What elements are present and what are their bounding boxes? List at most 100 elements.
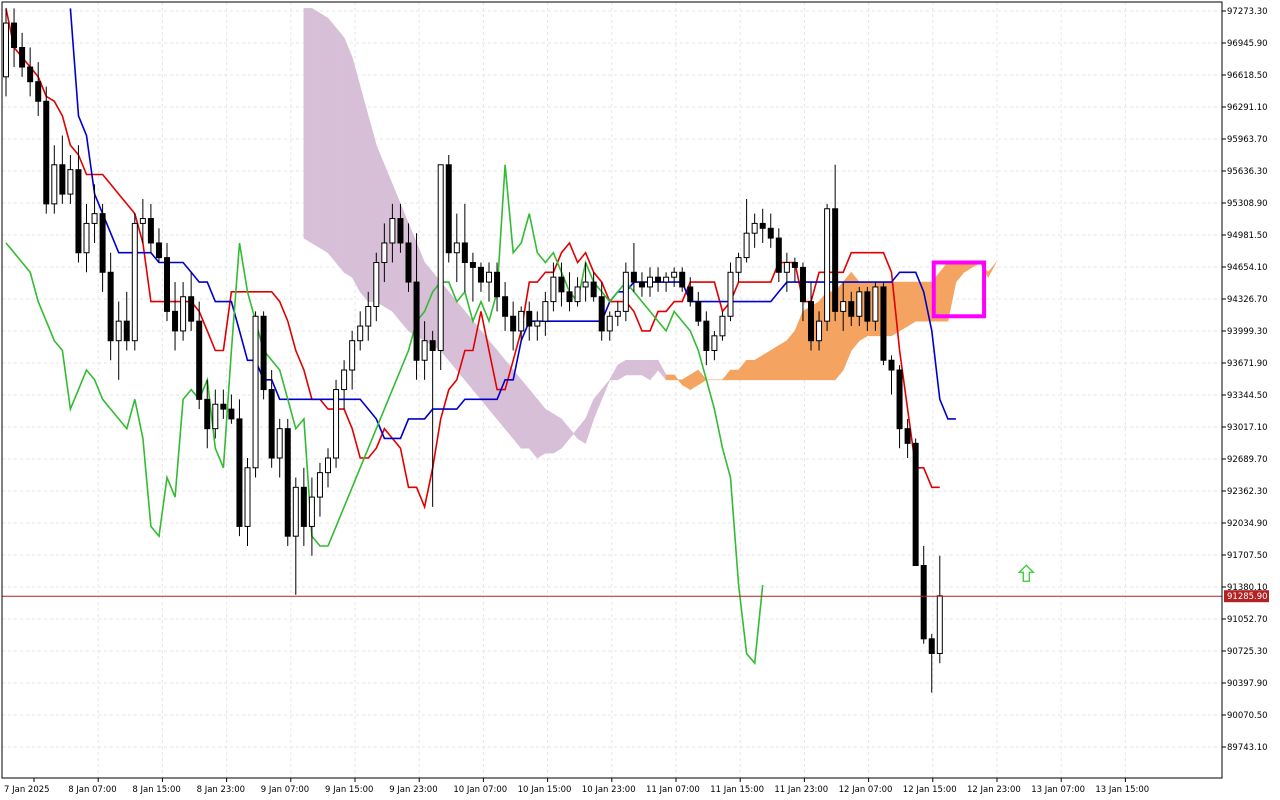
- cloud-segment: [311, 7, 321, 249]
- candle-body: [486, 271, 492, 283]
- y-tick-label: 93344.50: [1227, 391, 1268, 401]
- candle: [131, 213, 138, 351]
- candle-body: [333, 389, 340, 459]
- candle-body: [3, 22, 9, 78]
- candle-body: [695, 301, 702, 322]
- candle-body: [598, 296, 605, 332]
- cloud-segment: [545, 408, 554, 454]
- candle-body: [99, 213, 106, 273]
- y-tick-label: 96945.90: [1227, 39, 1268, 49]
- candle-body: [300, 486, 307, 527]
- candle-body: [268, 389, 275, 459]
- candle-body: [405, 242, 412, 283]
- candle-body: [808, 301, 814, 342]
- candle-body: [429, 340, 436, 351]
- candle-body: [413, 281, 420, 361]
- candle-body: [27, 66, 34, 83]
- candle-body: [260, 315, 267, 391]
- candle-body: [582, 281, 589, 288]
- cloud-segment: [512, 369, 522, 450]
- candle-body: [139, 218, 146, 224]
- y-tick-label: 96291.10: [1227, 103, 1268, 113]
- candle-body: [349, 340, 356, 371]
- candle-body: [357, 325, 364, 342]
- candle-body: [526, 310, 533, 327]
- candle-body: [840, 301, 847, 312]
- candle-body: [880, 286, 887, 361]
- x-tick-label: 8 Jan 07:00: [68, 785, 116, 795]
- candle-body: [783, 262, 790, 273]
- y-tick-label: 90070.50: [1227, 711, 1268, 721]
- cloud-segment: [359, 86, 369, 303]
- candle: [260, 311, 267, 400]
- candle-body: [759, 222, 766, 229]
- cloud-segment: [746, 359, 755, 381]
- candle-body: [647, 276, 653, 288]
- candle-body: [212, 403, 219, 430]
- cloud-segment: [553, 413, 562, 454]
- candle-body: [244, 467, 251, 527]
- x-tick-label: 11 Jan 23:00: [774, 785, 828, 795]
- cloud-segment: [424, 261, 433, 347]
- candle-body: [469, 262, 476, 268]
- candle-body: [445, 164, 452, 254]
- candle-body: [35, 81, 42, 102]
- candle-body: [751, 222, 758, 234]
- y-tick-label: 95308.90: [1227, 199, 1268, 209]
- candle-body: [115, 320, 122, 342]
- candle-body: [727, 271, 734, 317]
- candle-body: [502, 296, 509, 317]
- candle-body: [292, 486, 299, 537]
- candle-body: [389, 218, 396, 244]
- y-tick-label: 91052.70: [1227, 615, 1268, 625]
- candle-body: [164, 257, 170, 312]
- cloud-segment: [520, 378, 530, 449]
- candle-body: [453, 242, 460, 254]
- candle-body: [606, 315, 613, 332]
- candle-body: [824, 208, 831, 322]
- candle-body: [172, 310, 179, 332]
- candle-body: [775, 237, 782, 273]
- candle-body: [188, 296, 195, 322]
- candle-body: [622, 271, 629, 312]
- candle-body: [864, 291, 871, 322]
- ichimoku-chart[interactable]: 97273.30 96945.90 96618.50 96291.10 95963.70…: [0, 0, 1280, 800]
- candle-body: [542, 301, 549, 322]
- candle-body: [421, 340, 428, 361]
- candle-body: [308, 496, 315, 527]
- current-price-tag: 91285.90: [1224, 590, 1269, 603]
- cloud-segment: [625, 359, 635, 376]
- candle-body: [663, 276, 670, 283]
- candle: [333, 379, 340, 468]
- y-tick-label: 94326.70: [1227, 295, 1268, 305]
- x-tick-label: 12 Jan 15:00: [903, 785, 957, 795]
- y-tick-label: 94981.50: [1227, 231, 1268, 241]
- candle-body: [155, 242, 162, 259]
- candle-body: [638, 281, 645, 288]
- cloud-segment: [327, 17, 337, 264]
- candle: [43, 86, 50, 214]
- candle-body: [284, 428, 291, 537]
- cloud-segment: [907, 281, 916, 327]
- x-tick-label: 7 Jan 2025: [4, 785, 50, 795]
- candle-body: [252, 315, 259, 469]
- candle: [284, 418, 291, 546]
- x-tick-label: 9 Jan 07:00: [261, 785, 309, 795]
- candle-body: [316, 472, 323, 498]
- candle-body: [365, 305, 372, 327]
- candle-body: [872, 286, 879, 322]
- candle: [912, 438, 919, 567]
- y-tick-label: 89743.10: [1227, 743, 1268, 753]
- x-tick-label: 8 Jan 23:00: [197, 785, 245, 795]
- candle-body: [494, 271, 501, 298]
- candle-body: [204, 398, 211, 430]
- cloud-segment: [665, 374, 675, 381]
- candle-body: [196, 320, 203, 400]
- candle-body: [477, 266, 484, 283]
- candle-body: [373, 262, 380, 307]
- candle-body: [83, 222, 90, 254]
- candle-body: [518, 310, 525, 332]
- candle-body: [180, 296, 187, 332]
- y-tick-label: 93017.10: [1227, 423, 1268, 433]
- x-tick-label: 13 Jan 15:00: [1095, 785, 1149, 795]
